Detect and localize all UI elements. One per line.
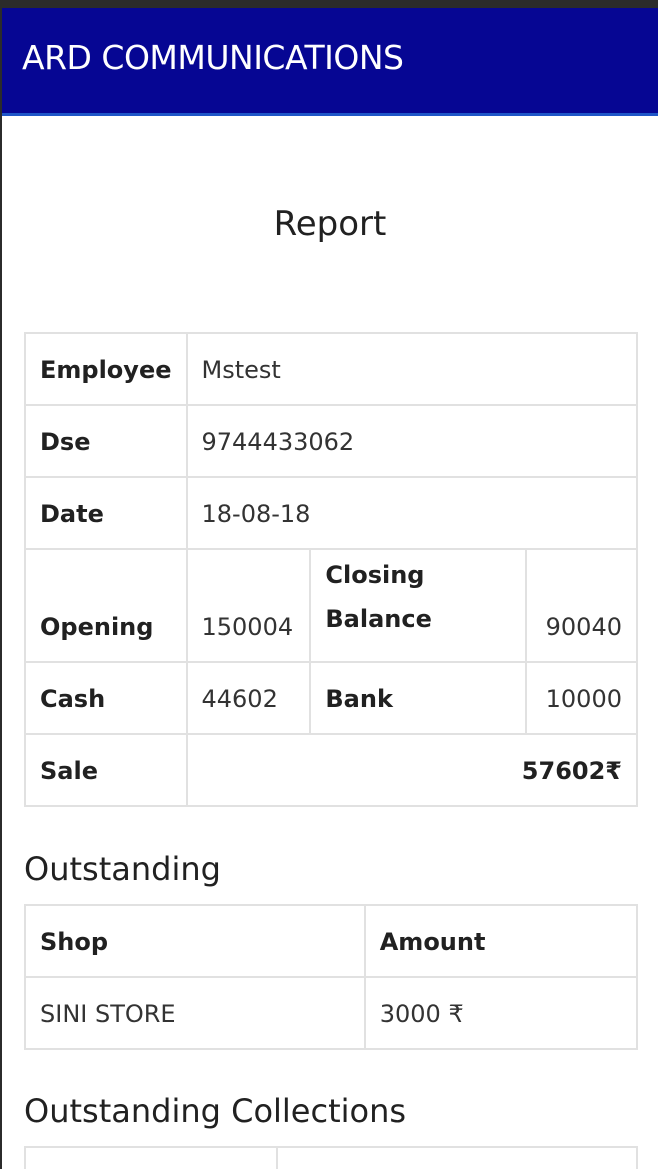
bank-value: 10000 <box>525 661 638 735</box>
main-content: Report Employee Mstest Dse 9744433062 Da… <box>2 116 658 1169</box>
opening-label: Opening <box>24 548 188 663</box>
report-summary-table: Employee Mstest Dse 9744433062 Date 18-0… <box>24 332 638 807</box>
amount-cell: 3000 ₹ <box>363 976 639 1050</box>
closing-balance-value: 90040 <box>525 548 638 663</box>
date-label: Date <box>24 476 188 550</box>
window-top-edge <box>0 0 658 8</box>
outstanding-heading: Outstanding <box>24 850 221 888</box>
employee-label: Employee <box>24 332 188 406</box>
brand-title[interactable]: ARD COMMUNICATIONS <box>22 38 404 77</box>
column-header-shop: Shop <box>24 904 366 978</box>
page-title: Report <box>273 204 387 244</box>
table-row: Dse 9744433062 <box>24 404 638 478</box>
outstanding-collections-table <box>23 1146 638 1169</box>
table-cell <box>276 1146 638 1169</box>
table-row <box>23 1146 638 1169</box>
opening-value: 150004 <box>185 548 312 663</box>
table-row: Opening 150004 Closing Balance 90040 <box>24 548 638 663</box>
sale-value: 57602₹ <box>185 733 638 807</box>
cash-label: Cash <box>24 661 188 735</box>
date-value: 18-08-18 <box>185 476 638 550</box>
closing-balance-label: Closing Balance <box>309 548 528 663</box>
app-header: ARD COMMUNICATIONS <box>2 8 658 116</box>
table-row: Sale 57602₹ <box>24 733 638 807</box>
outstanding-table: Shop Amount SINI STORE 3000 ₹ <box>24 904 639 1050</box>
sale-label: Sale <box>24 733 188 807</box>
shop-cell: SINI STORE <box>24 976 366 1050</box>
table-cell <box>23 1146 279 1169</box>
table-row: SINI STORE 3000 ₹ <box>24 976 639 1050</box>
column-header-amount: Amount <box>363 904 639 978</box>
table-row: Date 18-08-18 <box>24 476 638 550</box>
employee-value: Mstest <box>185 332 638 406</box>
cash-value: 44602 <box>185 661 312 735</box>
table-row: Cash 44602 Bank 10000 <box>24 661 638 735</box>
bank-label: Bank <box>309 661 528 735</box>
outstanding-collections-heading: Outstanding Collections <box>24 1092 407 1130</box>
dse-label: Dse <box>24 404 188 478</box>
table-row: Employee Mstest <box>24 332 638 406</box>
dse-value: 9744433062 <box>185 404 638 478</box>
table-header-row: Shop Amount <box>24 904 639 978</box>
